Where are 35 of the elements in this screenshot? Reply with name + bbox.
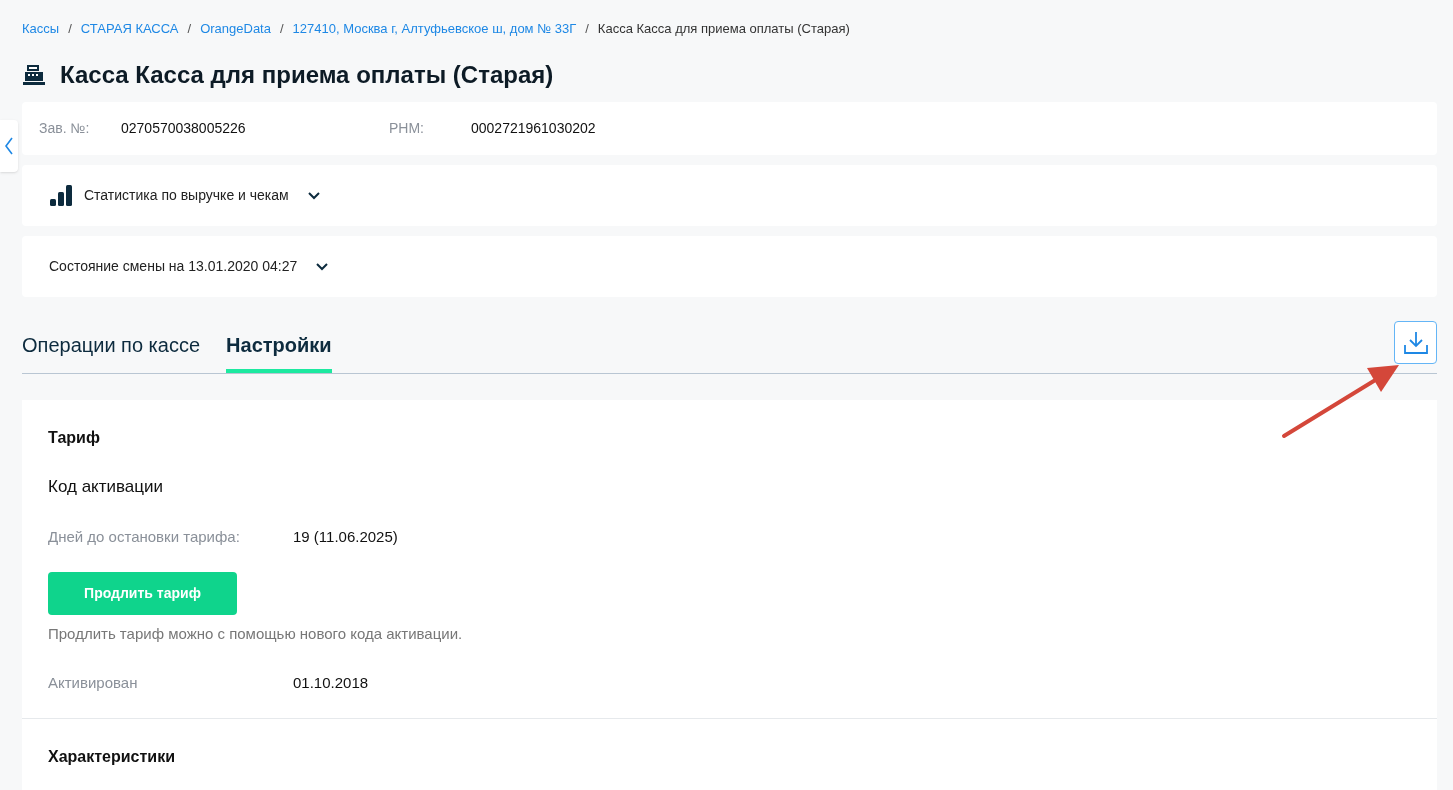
bar-chart-icon	[49, 184, 74, 207]
download-button[interactable]	[1394, 321, 1437, 364]
field-value: 01.10.2018	[293, 672, 369, 693]
tab[interactable]: Настройки	[226, 321, 332, 373]
chevron-left-icon	[5, 137, 13, 155]
field-label: Зав. №:	[39, 119, 91, 138]
field-value: 0002721961030202	[471, 119, 596, 138]
sidebar-toggle[interactable]	[0, 120, 18, 172]
breadcrumb-separator: /	[187, 20, 192, 39]
section-heading: Тариф	[48, 428, 101, 448]
breadcrumb-link[interactable]: 127410, Москва г, Алтуфьевское ш, дом № 33Г	[292, 19, 577, 39]
extend-tariff-button[interactable]: Продлить тариф	[48, 572, 237, 615]
breadcrumb-link[interactable]: СТАРАЯ КАССА	[80, 19, 179, 39]
field-label: РНМ:	[389, 119, 425, 138]
panel-title: Статистика по выручке и чекам	[84, 186, 289, 205]
page-title: Касса Касса для приема оплаты (Старая)	[60, 60, 554, 90]
tab[interactable]: Операции по кассе	[22, 321, 201, 373]
subheading: Код активации	[48, 476, 164, 498]
breadcrumb-link[interactable]: OrangeData	[200, 19, 271, 39]
breadcrumb-separator: /	[585, 20, 589, 39]
field-label: Дней до остановки тарифа:	[48, 526, 241, 547]
breadcrumb-link[interactable]: Кассы	[22, 19, 60, 39]
collapsible-panel[interactable]: Статистика по выручке и чекам	[22, 165, 1437, 226]
breadcrumb-separator: /	[279, 20, 284, 39]
field-value: 19 (11.06.2025)	[293, 526, 398, 547]
cash-register-icon	[22, 64, 46, 86]
breadcrumb-separator: /	[68, 20, 72, 39]
field-value: 0270570038005226	[121, 119, 247, 138]
breadcrumb-current: Касса Касса для приема оплаты (Старая)	[597, 20, 850, 39]
collapsible-panel[interactable]: Состояние смены на 13.01.2020 04:27	[22, 236, 1437, 297]
panel-title: Состояние смены на 13.01.2020 04:27	[49, 257, 298, 276]
section-heading: Характеристики	[48, 747, 176, 767]
hint-text: Продлить тариф можно с помощью нового кода активации.	[48, 624, 464, 644]
download-icon	[1402, 330, 1429, 355]
field-label: Активирован	[48, 672, 139, 693]
